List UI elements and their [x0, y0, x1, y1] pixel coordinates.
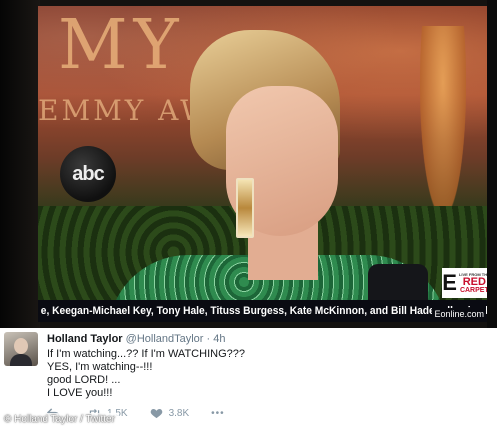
photo-credit: © Holland Taylor / Twitter [0, 413, 119, 426]
tweet-line: If I'm watching...?? If I'm WATCHING??? [47, 348, 245, 360]
more-icon: ••• [211, 408, 225, 419]
news-ticker: e, Keegan-Michael Key, Tony Hale, Tituss… [38, 300, 490, 322]
tv-screen: MY EMMY AW abc E LIVE FROM THE RED CARPE… [38, 6, 490, 322]
tweet-line: I LOVE you!!! [47, 387, 113, 399]
microphone [368, 264, 428, 304]
e-red-carpet-bug: E LIVE FROM THE RED CARPET [442, 268, 490, 298]
separator-dot: · [206, 333, 211, 345]
heart-icon [150, 409, 162, 419]
tweet-header: Holland Taylor @HollandTaylor · 4h [47, 333, 226, 345]
tv-photo: MY EMMY AW abc E LIVE FROM THE RED CARPE… [0, 0, 497, 328]
tweet-line: YES, I'm watching--!!! [47, 361, 153, 373]
tweet-timestamp[interactable]: 4h [213, 333, 225, 345]
bug-red-label: RED [462, 275, 486, 288]
bug-carpet-label: CARPET [459, 286, 489, 294]
tweet-card: Holland Taylor @HollandTaylor · 4h If I'… [0, 328, 497, 426]
e-logo-icon: E [442, 270, 457, 295]
display-name[interactable]: Holland Taylor [47, 333, 123, 345]
emmy-statue [420, 26, 466, 216]
earring [236, 178, 254, 238]
red-carpet-text: LIVE FROM THE RED CARPET [459, 272, 490, 295]
avatar[interactable] [4, 332, 38, 366]
abc-logo: abc [60, 146, 116, 202]
ticker-text: e, Keegan-Michael Key, Tony Hale, Tituss… [40, 305, 490, 317]
user-handle[interactable]: @HollandTaylor [126, 333, 204, 345]
tweet-line: good LORD! ... [47, 374, 121, 386]
like-button[interactable]: 3.8K [150, 408, 190, 419]
tweet-text: If I'm watching...?? If I'm WATCHING??? … [47, 348, 245, 400]
eonline-url: Eonline.com [432, 308, 486, 320]
more-options-button[interactable]: ••• [211, 408, 225, 419]
like-count: 3.8K [168, 408, 190, 419]
